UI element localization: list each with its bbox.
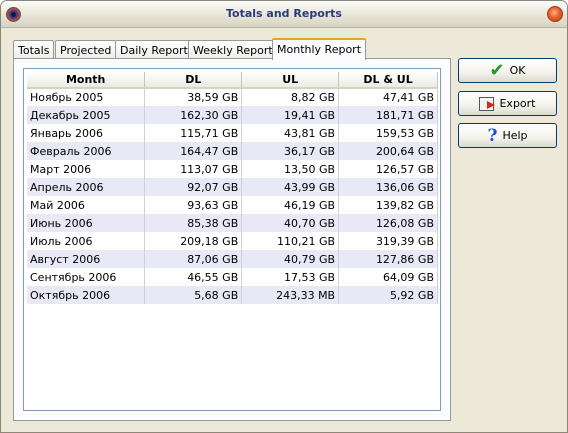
ok-button[interactable]: ✔ OK [458,58,557,83]
export-icon [479,96,496,111]
table-row[interactable]: Сентябрь 2006 46,55 GB 17,53 GB 64,09 GB [27,268,438,286]
cell-ul: 110,21 GB [241,232,340,250]
cell-dl: 5,68 GB [144,286,243,304]
cell-month: Июнь 2006 [27,214,146,232]
cell-month: Август 2006 [27,250,146,268]
table-row[interactable]: Апрель 2006 92,07 GB 43,99 GB 136,06 GB [27,178,438,196]
table-row[interactable]: Июнь 2006 85,38 GB 40,70 GB 126,08 GB [27,214,438,232]
monthly-report-panel: Month DL UL DL & UL Ноябрь 2005 38,59 GB 8… [13,58,451,421]
checkmark-icon: ✔ [489,59,505,81]
cell-dl: 162,30 GB [144,106,243,124]
cell-month: Июль 2006 [27,232,146,250]
cell-ul: 13,50 GB [241,160,340,178]
cell-dl: 87,06 GB [144,250,243,268]
cell-dl: 46,55 GB [144,268,243,286]
cell-total: 200,64 GB [338,142,438,160]
cell-total: 5,92 GB [338,286,438,304]
table-row[interactable]: Декабрь 2005 162,30 GB 19,41 GB 181,71 GB [27,106,438,124]
cell-ul: 43,99 GB [241,178,340,196]
close-button[interactable] [547,6,563,22]
cell-month: Январь 2006 [27,124,146,142]
cell-total: 47,41 GB [338,88,438,106]
cell-total: 159,53 GB [338,124,438,142]
cell-total: 126,57 GB [338,160,438,178]
table-row[interactable]: Июль 2006 209,18 GB 110,21 GB 319,39 GB [27,232,438,250]
cell-ul: 36,17 GB [241,142,340,160]
column-header-ul[interactable]: UL [241,72,340,89]
table-row[interactable]: Январь 2006 115,71 GB 43,81 GB 159,53 GB [27,124,438,142]
help-icon: ? [487,125,498,146]
cell-total: 181,71 GB [338,106,438,124]
cell-ul: 40,70 GB [241,214,340,232]
cell-dl: 115,71 GB [144,124,243,142]
ok-button-label: OK [509,64,526,77]
cell-dl: 85,38 GB [144,214,243,232]
table-row[interactable]: Ноябрь 2005 38,59 GB 8,82 GB 47,41 GB [27,88,438,106]
cell-ul: 19,41 GB [241,106,340,124]
cell-ul: 40,79 GB [241,250,340,268]
column-header-dl-ul[interactable]: DL & UL [338,72,438,89]
cell-month: Февраль 2006 [27,142,146,160]
cell-month: Апрель 2006 [27,178,146,196]
table-row[interactable]: Февраль 2006 164,47 GB 36,17 GB 200,64 GB [27,142,438,160]
cell-ul: 43,81 GB [241,124,340,142]
cell-dl: 113,07 GB [144,160,243,178]
totals-reports-window: Totals and Reports Totals Projected Dail… [0,0,568,433]
cell-month: Ноябрь 2005 [27,88,146,106]
cell-total: 126,08 GB [338,214,438,232]
cell-total: 64,09 GB [338,268,438,286]
cell-dl: 209,18 GB [144,232,243,250]
column-header-dl[interactable]: DL [144,72,243,89]
tab-monthly-report[interactable]: Monthly Report [272,38,367,60]
cell-dl: 92,07 GB [144,178,243,196]
cell-ul: 8,82 GB [241,88,340,106]
cell-month: Декабрь 2005 [27,106,146,124]
export-button-label: Export [499,97,536,110]
table-row[interactable]: Август 2006 87,06 GB 40,79 GB 127,86 GB [27,250,438,268]
cell-month: Март 2006 [27,160,146,178]
window-title: Totals and Reports [226,7,342,20]
export-button[interactable]: Export [458,91,557,116]
cell-total: 136,06 GB [338,178,438,196]
table-row[interactable]: Май 2006 93,63 GB 46,19 GB 139,82 GB [27,196,438,214]
cell-month: Октябрь 2006 [27,286,146,304]
cell-ul: 243,33 MB [241,286,340,304]
tab-totals[interactable]: Totals [13,40,55,60]
help-button[interactable]: ? Help [458,123,557,148]
table-header-row: Month DL UL DL & UL [27,72,438,89]
cell-dl: 38,59 GB [144,88,243,106]
tab-weekly-report[interactable]: Weekly Report [188,40,278,60]
table-row[interactable]: Март 2006 113,07 GB 13,50 GB 126,57 GB [27,160,438,178]
cell-total: 139,82 GB [338,196,438,214]
tab-daily-report[interactable]: Daily Report [115,40,193,60]
cell-dl: 164,47 GB [144,142,243,160]
title-bar[interactable]: Totals and Reports [1,1,567,28]
monthly-report-table: Month DL UL DL & UL Ноябрь 2005 38,59 GB 8… [27,72,438,304]
report-grid[interactable]: Month DL UL DL & UL Ноябрь 2005 38,59 GB 8… [23,68,441,411]
table-row[interactable]: Октябрь 2006 5,68 GB 243,33 MB 5,92 GB [27,286,438,304]
cell-month: Май 2006 [27,196,146,214]
help-button-label: Help [502,129,528,142]
cell-ul: 17,53 GB [241,268,340,286]
cell-total: 319,39 GB [338,232,438,250]
cell-total: 127,86 GB [338,250,438,268]
cell-dl: 93,63 GB [144,196,243,214]
column-header-month[interactable]: Month [27,72,146,89]
cell-month: Сентябрь 2006 [27,268,146,286]
cell-ul: 46,19 GB [241,196,340,214]
tab-projected[interactable]: Projected [55,40,117,60]
